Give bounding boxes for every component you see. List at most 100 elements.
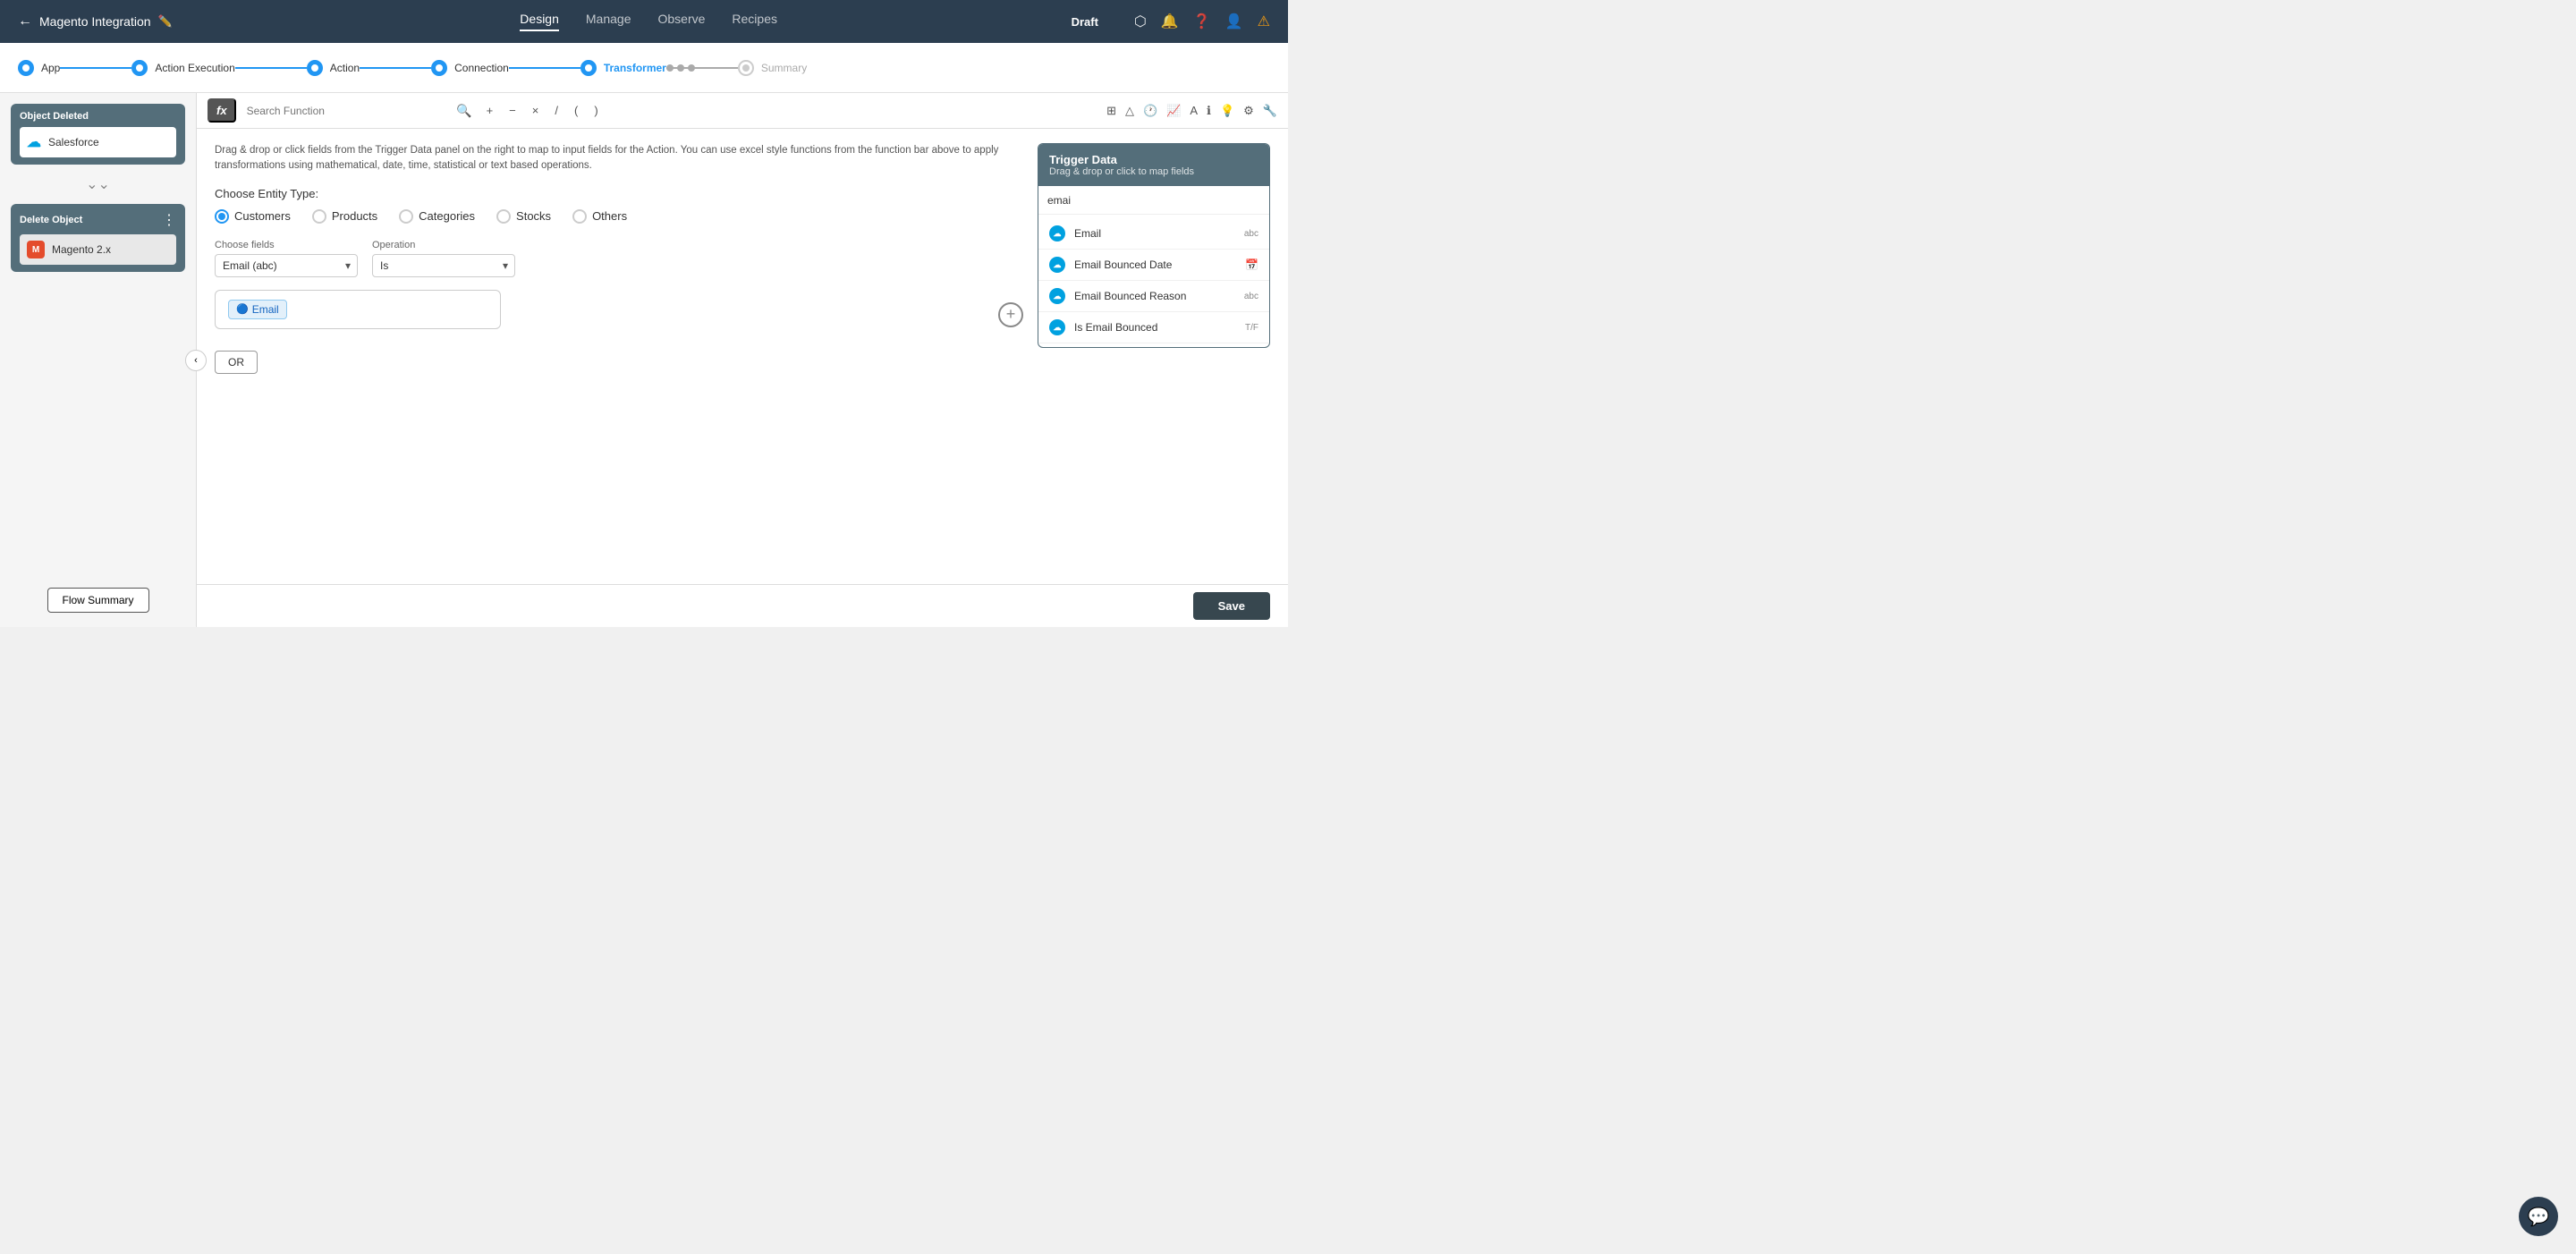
back-button[interactable]: ← Magento Integration ✏️ xyxy=(18,13,173,30)
user-icon[interactable]: 👤 xyxy=(1225,13,1243,30)
filter-value-box: 🔵 Email xyxy=(215,290,501,329)
trigger-email-name: Email xyxy=(1074,227,1232,240)
action-card-title: Delete Object xyxy=(20,215,82,225)
step-action-circle xyxy=(307,60,323,76)
radio-products-outer xyxy=(312,209,326,224)
radio-categories-label: Categories xyxy=(419,209,475,223)
operation-label: Operation xyxy=(372,240,515,250)
trigger-item-email-bounced-date[interactable]: ☁ Email Bounced Date 📅 xyxy=(1038,250,1269,281)
radio-customers-label: Customers xyxy=(234,209,291,223)
step-action-execution[interactable]: Action Execution xyxy=(131,60,234,76)
trigger-card-title: Object Deleted xyxy=(20,111,176,122)
back-arrow-icon: ← xyxy=(18,13,32,30)
step-action-execution-label: Action Execution xyxy=(155,62,234,74)
step-connection-circle xyxy=(431,60,447,76)
trigger-items-list: ☁ Email abc ☁ Email Bounced Date 📅 xyxy=(1038,215,1269,347)
step-transformer[interactable]: Transformer xyxy=(580,60,666,76)
main-layout: Object Deleted ☁ Salesforce ⌄⌄ Delete Ob… xyxy=(0,93,1288,627)
trigger-panel-header: Trigger Data Drag & drop or click to map… xyxy=(1038,144,1269,186)
trigger-email-bounced-date-name: Email Bounced Date xyxy=(1074,258,1236,271)
tab-recipes[interactable]: Recipes xyxy=(732,12,777,31)
bell-icon[interactable]: 🔔 xyxy=(1161,13,1179,30)
trigger-is-email-bounced-sf-dot: ☁ xyxy=(1049,319,1065,335)
radio-customers[interactable]: Customers xyxy=(215,209,291,224)
step-app-circle xyxy=(18,60,34,76)
step-line-1 xyxy=(60,67,131,69)
radio-categories[interactable]: Categories xyxy=(399,209,475,224)
close-paren-op[interactable]: ) xyxy=(590,102,601,119)
trigger-item-is-email-bounced[interactable]: ☁ Is Email Bounced T/F xyxy=(1038,312,1269,343)
choose-fields-group: Choose fields Email (abc) xyxy=(215,240,358,277)
info-icon[interactable]: ℹ xyxy=(1207,104,1211,118)
choose-fields-select[interactable]: Email (abc) xyxy=(215,254,358,277)
divide-op[interactable]: / xyxy=(551,102,562,119)
step-line-2 xyxy=(235,67,307,69)
trigger-card-inner[interactable]: ☁ Salesforce xyxy=(20,127,176,157)
formula-operators: + − × / ( ) xyxy=(483,102,602,119)
export-icon[interactable]: ⬡ xyxy=(1134,13,1147,30)
settings2-icon[interactable]: 🔧 xyxy=(1263,104,1277,118)
chart-icon[interactable]: △ xyxy=(1125,104,1134,118)
draft-status: Draft xyxy=(1072,15,1098,29)
email-chip-icon: 🔵 xyxy=(236,303,249,315)
multiply-op[interactable]: × xyxy=(529,102,543,119)
email-chip[interactable]: 🔵 Email xyxy=(228,300,287,319)
clock-icon[interactable]: 🕐 xyxy=(1143,104,1157,118)
trigger-search-input[interactable] xyxy=(1047,194,1260,207)
radio-others-label: Others xyxy=(592,209,627,223)
trigger-is-email-bounced-name: Is Email Bounced xyxy=(1074,321,1233,334)
magento-icon: M xyxy=(27,241,45,258)
save-button[interactable]: Save xyxy=(1193,592,1270,620)
content-area: Drag & drop or click fields from the Tri… xyxy=(197,129,1288,584)
step-action[interactable]: Action xyxy=(307,60,360,76)
step-app[interactable]: App xyxy=(18,60,60,76)
search-function-input[interactable] xyxy=(243,101,476,121)
action-more-button[interactable]: ⋮ xyxy=(162,211,176,229)
radio-products[interactable]: Products xyxy=(312,209,377,224)
step-summary[interactable]: Summary xyxy=(738,60,807,76)
sidebar-collapse-button[interactable]: ‹ xyxy=(185,350,207,371)
nav-icons: ⬡ 🔔 ❓ 👤 ⚠ xyxy=(1134,13,1270,30)
instruction-text: Drag & drop or click fields from the Tri… xyxy=(215,143,1023,174)
operation-group: Operation Is xyxy=(372,240,515,277)
minus-op[interactable]: − xyxy=(505,102,520,119)
action-card-inner[interactable]: M Magento 2.x xyxy=(20,234,176,265)
fx-button[interactable]: fx xyxy=(208,98,236,123)
step-action-execution-circle xyxy=(131,60,148,76)
tab-manage[interactable]: Manage xyxy=(586,12,631,31)
choose-fields-select-wrap: Email (abc) xyxy=(215,254,358,277)
trigger-panel-subtitle: Drag & drop or click to map fields xyxy=(1049,166,1258,177)
settings-icon[interactable]: ⚙ xyxy=(1243,104,1254,118)
step-connection[interactable]: Connection xyxy=(431,60,509,76)
flow-summary-button[interactable]: Flow Summary xyxy=(47,588,148,613)
plus-op[interactable]: + xyxy=(483,102,497,119)
tab-observe[interactable]: Observe xyxy=(657,12,705,31)
tab-design[interactable]: Design xyxy=(520,12,559,31)
radio-others[interactable]: Others xyxy=(572,209,627,224)
sidebar: Object Deleted ☁ Salesforce ⌄⌄ Delete Ob… xyxy=(0,93,197,627)
step-line-5 xyxy=(666,67,738,69)
add-condition-button[interactable]: + xyxy=(998,302,1023,327)
bulb-icon[interactable]: 💡 xyxy=(1220,104,1234,118)
step-line-3 xyxy=(360,67,431,69)
radio-stocks[interactable]: Stocks xyxy=(496,209,551,224)
step-summary-circle xyxy=(738,60,754,76)
trigger-search-area xyxy=(1038,186,1269,215)
trigger-item-email-bounced-reason[interactable]: ☁ Email Bounced Reason abc xyxy=(1038,281,1269,312)
help-icon[interactable]: ❓ xyxy=(1193,13,1211,30)
line-chart-icon[interactable]: 📈 xyxy=(1166,104,1181,118)
step-app-label: App xyxy=(41,62,60,74)
trigger-item-email[interactable]: ☁ Email abc xyxy=(1038,218,1269,250)
step-transformer-label: Transformer xyxy=(604,62,666,74)
chat-button[interactable]: 💬 xyxy=(2519,1197,2558,1236)
operation-select[interactable]: Is xyxy=(372,254,515,277)
edit-icon: ✏️ xyxy=(158,14,173,29)
magento-label: Magento 2.x xyxy=(52,243,111,256)
open-paren-op[interactable]: ( xyxy=(571,102,581,119)
choose-fields-label: Choose fields xyxy=(215,240,358,250)
salesforce-label: Salesforce xyxy=(48,136,99,148)
or-button[interactable]: OR xyxy=(215,351,258,374)
grid-icon[interactable]: ⊞ xyxy=(1106,104,1116,118)
trigger-email-bounced-reason-type: abc xyxy=(1244,292,1258,301)
text-icon[interactable]: A xyxy=(1190,104,1198,118)
